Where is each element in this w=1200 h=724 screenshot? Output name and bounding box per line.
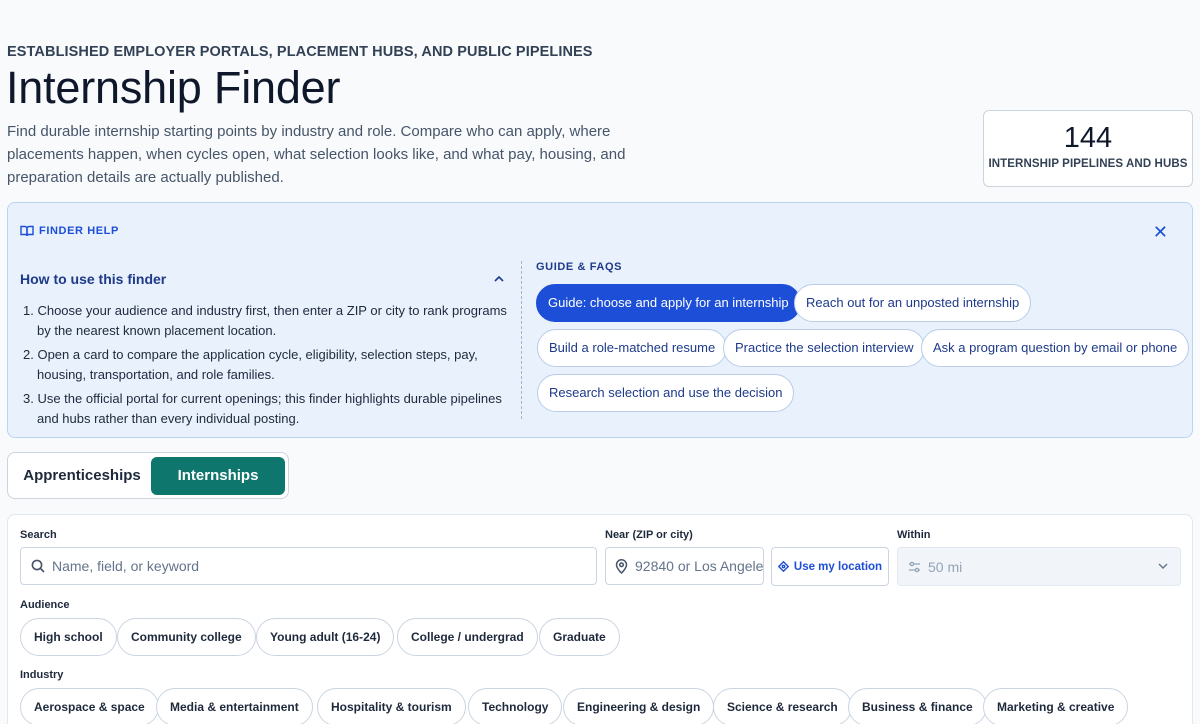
guide-program-question-chip[interactable]: Ask a program question by email or phone — [921, 329, 1190, 367]
page-title: Internship Finder — [6, 62, 341, 113]
audience-young-adult[interactable]: Young adult (16-24) — [256, 618, 395, 656]
industry-science[interactable]: Science & research — [713, 688, 852, 724]
industry-media[interactable]: Media & entertainment — [156, 688, 313, 724]
industry-engineering[interactable]: Engineering & design — [563, 688, 715, 724]
industry-hospitality[interactable]: Hospitality & tourism — [317, 688, 466, 724]
close-icon[interactable]: ✕ — [1153, 222, 1168, 243]
audience-label: Audience — [20, 599, 70, 611]
guide-resume-chip[interactable]: Build a role-matched resume — [537, 329, 728, 367]
pipeline-count-card: 144 INTERNSHIP PIPELINES AND HUBS — [983, 110, 1193, 187]
search-icon — [31, 559, 45, 573]
program-type-tabs: Apprenticeships Internships — [7, 452, 289, 499]
industry-business[interactable]: Business & finance — [848, 688, 987, 724]
search-label: Search — [20, 529, 57, 541]
audience-community-college[interactable]: Community college — [117, 618, 256, 656]
howto-title: How to use this finder — [20, 271, 167, 287]
chevron-up-icon[interactable] — [494, 269, 504, 285]
filters-panel: Search Name, field, or keyword Near (ZIP… — [7, 514, 1193, 724]
book-icon — [20, 225, 34, 237]
guide-interview-chip[interactable]: Practice the selection interview — [723, 329, 926, 367]
finder-help-panel: FINDER HELP ✕ How to use this finder 1. … — [7, 202, 1193, 438]
guide-faqs-label: GUIDE & FAQS — [536, 261, 623, 273]
guide-research-selection-chip[interactable]: Research selection and use the decision — [537, 374, 795, 412]
near-field[interactable]: 92840 or Los Angeles — [605, 547, 764, 585]
industry-label: Industry — [20, 669, 64, 681]
use-my-location-button[interactable]: Use my location — [771, 547, 889, 586]
guide-unposted-chip[interactable]: Reach out for an unposted internship — [794, 284, 1032, 322]
finder-help-label: FINDER HELP — [39, 225, 119, 237]
page-eyebrow: ESTABLISHED EMPLOYER PORTALS, PLACEMENT … — [7, 44, 593, 60]
finder-help-heading: FINDER HELP — [20, 225, 119, 237]
search-field[interactable]: Name, field, or keyword — [20, 547, 597, 585]
howto-step: 1. Choose your audience and industry fir… — [23, 303, 507, 338]
near-label: Near (ZIP or city) — [605, 529, 693, 541]
within-label: Within — [897, 529, 931, 541]
audience-graduate[interactable]: Graduate — [539, 618, 620, 656]
pipeline-count: 144 — [1063, 122, 1113, 154]
within-value: 50 mi — [928, 558, 963, 575]
howto-steps: 1. Choose your audience and industry fir… — [23, 301, 513, 433]
crosshair-icon — [777, 561, 789, 572]
location-pin-icon — [615, 558, 628, 574]
within-select[interactable]: 50 mi — [897, 547, 1181, 586]
page-description: Find durable internship starting points … — [7, 123, 626, 186]
audience-high-school[interactable]: High school — [20, 618, 117, 656]
search-input[interactable]: Name, field, or keyword — [52, 558, 199, 574]
use-my-location-label: Use my location — [793, 560, 883, 573]
help-divider — [521, 261, 522, 419]
guide-choose-apply-chip[interactable]: Guide: choose and apply for an internshi… — [536, 284, 801, 322]
industry-aerospace[interactable]: Aerospace & space — [20, 688, 159, 724]
near-input[interactable]: 92840 or Los Angeles — [635, 558, 763, 574]
sliders-icon — [909, 561, 920, 572]
industry-marketing[interactable]: Marketing & creative — [983, 688, 1129, 724]
howto-step: 2. Open a card to compare the applicatio… — [23, 347, 478, 382]
industry-technology[interactable]: Technology — [468, 688, 563, 724]
audience-college-undergrad[interactable]: College / undergrad — [397, 618, 538, 656]
tab-internships[interactable]: Internships — [151, 457, 285, 495]
chevron-down-icon — [1158, 563, 1168, 569]
pipeline-count-label: INTERNSHIP PIPELINES AND HUBS — [988, 158, 1188, 170]
tab-apprenticeships[interactable]: Apprenticeships — [12, 457, 152, 495]
howto-step: 3. Use the official portal for current o… — [23, 391, 502, 426]
